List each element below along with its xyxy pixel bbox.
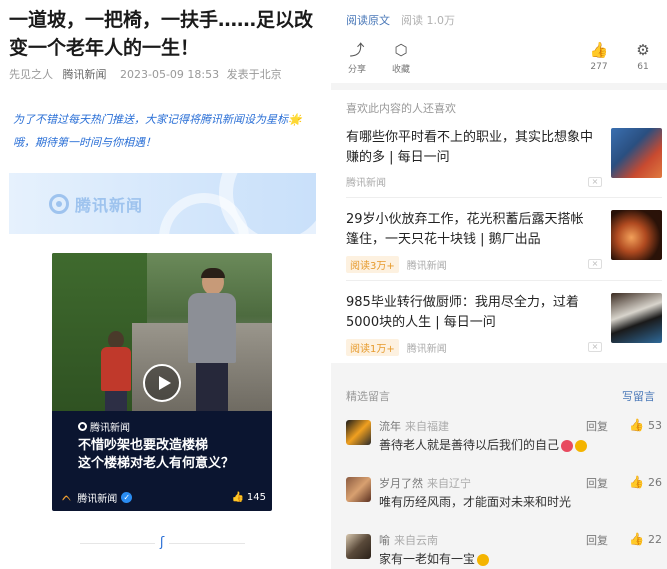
- channel-logo-icon: ᨈ: [62, 490, 73, 504]
- avatar[interactable]: [346, 420, 371, 445]
- close-icon[interactable]: ×: [588, 177, 602, 187]
- comment-like-button[interactable]: 👍 26: [629, 475, 662, 489]
- tencent-logo-icon: ʃ: [155, 535, 169, 551]
- video-footer: ᨈ 腾讯新闻 ✓ 👍 145: [62, 490, 266, 505]
- read-badge: 阅读3万+: [346, 256, 399, 273]
- recommend-section: 喜欢此内容的人还喜欢 有哪些你平时看不上的职业，其实比想象中赚的多 | 每日一问…: [331, 90, 667, 363]
- like-button[interactable]: 👍 277: [581, 40, 617, 72]
- avatar[interactable]: [346, 477, 371, 502]
- article-title: 一道坡，一把椅，一扶手……足以改变一个老年人的一生！: [9, 9, 314, 59]
- thumbnail-image: [611, 293, 662, 343]
- news-banner: 腾讯新闻: [9, 173, 316, 234]
- video-tag: 腾讯新闻: [78, 419, 130, 434]
- news-logo-icon: [78, 422, 87, 431]
- promo-text: 为了不错过每天热门推送，大家记得将腾讯新闻设为星标🌟哦，期待第一时间与你相遇！: [13, 113, 302, 149]
- video-headline: 不惜吵架也要改造楼梯 这个楼梯对老人有何意义？: [78, 438, 235, 471]
- comment-location: 来自辽宁: [427, 477, 471, 490]
- thumbnail-image: [611, 210, 662, 260]
- article-location: 发表于北京: [226, 68, 282, 81]
- gear-button[interactable]: ⚙ 61: [625, 40, 661, 72]
- comment-like-button[interactable]: 👍 22: [629, 532, 662, 546]
- thumbnail-image: [611, 128, 662, 178]
- comment-like-button[interactable]: 👍 53: [629, 418, 662, 432]
- comment-row: 喻来自云南 家有一老如有一宝 回复 👍 22: [346, 532, 662, 569]
- comments-heading: 精选留言: [346, 390, 390, 403]
- banner-logo-text: 腾讯新闻: [75, 196, 144, 215]
- read-badge: 阅读1万+: [346, 339, 399, 356]
- action-bar: ⤴ 分享 ⬡ 收藏 👍 277 ⚙ 61: [331, 40, 667, 80]
- comment-text: 善待老人就是善待以后我们的自己: [379, 438, 560, 452]
- read-original-link[interactable]: 阅读原文: [346, 12, 390, 28]
- article-meta: 先见之人 腾讯新闻 2023-05-09 18:53 发表于北京: [9, 66, 282, 82]
- emoji-icon: [477, 553, 490, 566]
- comments-section: 精选留言 写留言 流年 来自福建 善待老人就是善待以后我们的自己 回复 👍 53 岁…: [331, 378, 667, 569]
- close-icon[interactable]: ×: [588, 342, 602, 352]
- favorite-button[interactable]: ⬡ 收藏: [383, 40, 419, 75]
- read-count: 阅读 1.0万: [401, 14, 455, 27]
- thumb-up-icon: 👍: [629, 418, 644, 432]
- share-button[interactable]: ⤴ 分享: [339, 40, 375, 75]
- article-panel: 一道坡，一把椅，一扶手……足以改变一个老年人的一生！ 先见之人 腾讯新闻 202…: [0, 0, 331, 569]
- write-comment-button[interactable]: 写留言: [622, 388, 655, 404]
- avatar[interactable]: [346, 534, 371, 559]
- detail-panel: 阅读原文 阅读 1.0万 ⤴ 分享 ⬡ 收藏 👍 277 ⚙ 61 喜欢此内容的…: [331, 0, 667, 569]
- comment-location: 来自云南: [394, 534, 438, 547]
- reply-button[interactable]: 回复: [586, 418, 608, 434]
- recommend-heading: 喜欢此内容的人还喜欢: [346, 102, 456, 115]
- close-icon[interactable]: ×: [588, 259, 602, 269]
- article-source[interactable]: 腾讯新闻: [63, 68, 107, 81]
- list-item[interactable]: 29岁小伙放弃工作，花光积蓄后露天搭帐篷住，一天只花十块钱 | 鹅厂出品 阅读3…: [346, 210, 662, 288]
- video-card[interactable]: 腾讯新闻 不惜吵架也要改造楼梯 这个楼梯对老人有何意义？ ᨈ 腾讯新闻 ✓ 👍 …: [52, 253, 272, 511]
- list-item[interactable]: 有哪些你平时看不上的职业，其实比想象中赚的多 | 每日一问 腾讯新闻 ×: [346, 128, 662, 206]
- play-icon[interactable]: [143, 364, 181, 402]
- heart-icon: [561, 439, 574, 452]
- thumb-up-icon: 👍: [629, 475, 644, 489]
- list-item[interactable]: 985毕业转行做厨师：我用尽全力，过着5000块的人生 | 每日一问 阅读1万+…: [346, 293, 662, 371]
- video-channel[interactable]: 腾讯新闻: [77, 490, 117, 505]
- thumb-up-icon: 👍: [589, 41, 609, 59]
- verified-icon: ✓: [121, 492, 133, 503]
- thumb-up-icon: 👍: [629, 532, 644, 546]
- comment-row: 流年 来自福建 善待老人就是善待以后我们的自己 回复 👍 53: [346, 418, 662, 468]
- cube-icon: ⬡: [394, 41, 408, 59]
- article-time: 2023-05-09 18:53: [120, 68, 220, 81]
- comment-user[interactable]: 喻: [379, 534, 390, 547]
- share-icon: ⤴: [349, 41, 365, 59]
- comment-location: 来自福建: [405, 420, 449, 433]
- author-prefix[interactable]: 先见之人: [9, 68, 53, 81]
- comment-text: 家有一老如有一宝: [379, 552, 476, 566]
- reply-button[interactable]: 回复: [586, 532, 608, 548]
- thumb-up-icon: 👍: [231, 492, 244, 503]
- comment-text: 唯有历经风雨，才能面对未来和时光: [379, 495, 572, 509]
- comment-row: 岁月了然 来自辽宁 唯有历经风雨，才能面对未来和时光 回复 👍 26: [346, 475, 662, 525]
- comment-user[interactable]: 岁月了然: [379, 477, 423, 490]
- news-logo-icon: [49, 194, 69, 214]
- reply-button[interactable]: 回复: [586, 475, 608, 491]
- gear-icon: ⚙: [636, 41, 650, 59]
- video-likes[interactable]: 👍 145: [231, 492, 266, 503]
- sun-icon: [575, 439, 588, 452]
- comment-user[interactable]: 流年: [379, 420, 401, 433]
